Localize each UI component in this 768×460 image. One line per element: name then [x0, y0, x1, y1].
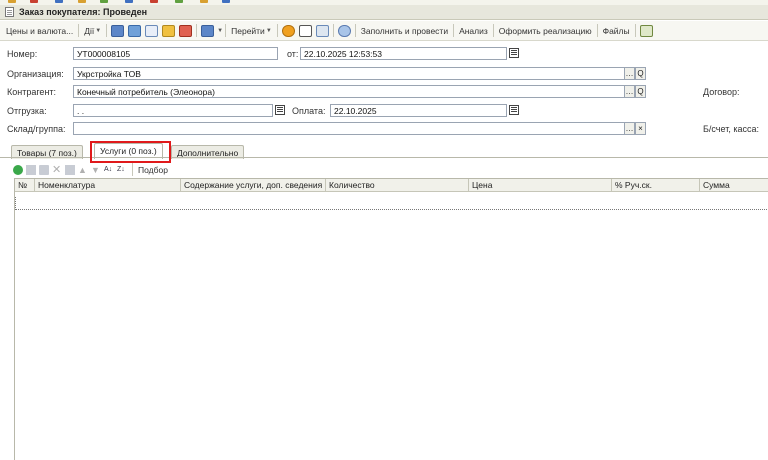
chevron-down-icon: ▼ [265, 27, 272, 34]
save-icon[interactable] [111, 24, 125, 37]
toolbar-separator [492, 24, 494, 37]
actions-menu-label: Дії [84, 25, 95, 36]
highlight-box [90, 141, 171, 163]
toolbar-separator [196, 24, 198, 37]
prices-currency-button[interactable]: Цены и валюта... [3, 23, 76, 39]
organization-field[interactable]: Укрстройка ТОВ [73, 67, 625, 80]
prices-currency-label: Цены и валюта... [6, 25, 74, 36]
list-icon[interactable] [298, 24, 312, 37]
payment-date-field[interactable]: 22.10.2025 [330, 104, 507, 117]
analysis-button[interactable]: Анализ [456, 23, 491, 39]
table-settings-icon[interactable] [315, 24, 329, 37]
sort-descending-icon[interactable]: Z↓ [117, 165, 127, 175]
toolbar-separator [634, 24, 636, 37]
number-field[interactable]: УТ000008105 [73, 47, 278, 60]
sort-ascending-icon[interactable]: A↓ [104, 165, 114, 175]
table-header: № Номенклатура Содержание услуги, доп. с… [15, 179, 768, 192]
shipment-row: Отгрузка: . . Оплата: 22.10.2025 [0, 103, 768, 119]
pick-button[interactable]: Подбор [135, 165, 168, 175]
contract-label: Договор: [703, 87, 740, 97]
warehouse-field[interactable] [73, 122, 625, 135]
copy-row-icon[interactable] [26, 164, 36, 175]
column-header-service-content[interactable]: Содержание услуги, доп. сведения [181, 179, 326, 192]
calendar-icon[interactable] [275, 105, 285, 115]
calendar-icon[interactable] [509, 48, 519, 58]
warehouse-label: Склад/группа: [7, 124, 66, 134]
add-row-icon[interactable] [13, 164, 23, 175]
window-title-bar: Заказ покупателя: Проведен [0, 5, 768, 20]
refresh-icon[interactable] [337, 24, 351, 37]
toolbar-separator [453, 24, 455, 37]
analysis-label: Анализ [459, 25, 488, 36]
end-edit-icon[interactable] [65, 164, 75, 175]
document-icon [5, 7, 14, 17]
chevron-down-icon: ▼ [95, 27, 102, 34]
number-row: Номер: УТ000008105 от: 22.10.2025 12:53:… [0, 46, 768, 62]
files-button[interactable]: Файлы [600, 23, 633, 39]
toolbar-separator [332, 24, 334, 37]
column-header-nomenclature[interactable]: Номенклатура [35, 179, 181, 192]
search-document-icon[interactable] [639, 24, 653, 37]
window-title: Заказ покупателя: Проведен [19, 7, 148, 17]
select-button[interactable]: … [624, 122, 635, 135]
services-table[interactable]: № Номенклатура Содержание услуги, доп. с… [14, 178, 768, 460]
open-icon[interactable]: Q [635, 85, 646, 98]
column-header-number[interactable]: № [15, 179, 35, 192]
column-header-sum[interactable]: Сумма [700, 179, 768, 192]
organization-label: Организация: [7, 69, 64, 79]
toolbar-separator [78, 24, 80, 37]
chevron-down-icon[interactable]: ▼ [217, 28, 223, 34]
structure-icon[interactable] [162, 24, 176, 37]
counterparty-row: Контрагент: Конечный потребитель (Элеоно… [0, 84, 768, 100]
toolbar-separator [276, 24, 278, 37]
select-button[interactable]: … [624, 85, 635, 98]
toolbar-separator [132, 163, 133, 176]
empty-row-focus[interactable] [15, 197, 768, 210]
help-icon[interactable] [281, 24, 295, 37]
shipment-date-field[interactable]: . . [73, 104, 273, 117]
open-icon[interactable]: Q [635, 67, 646, 80]
toolbar-separator [106, 24, 108, 37]
goto-menu-label: Перейти [231, 25, 265, 36]
column-header-quantity[interactable]: Количество [326, 179, 469, 192]
payment-label: Оплата: [292, 106, 326, 116]
counterparty-field[interactable]: Конечный потребитель (Элеонора) [73, 85, 625, 98]
edit-row-icon[interactable] [39, 164, 49, 175]
copy-icon[interactable] [145, 24, 159, 37]
warehouse-row: Склад/группа: … × Б/счет, касса: [0, 121, 768, 137]
create-sale-label: Оформить реализацию [498, 25, 592, 36]
files-label: Файлы [602, 25, 630, 36]
fill-and-post-button[interactable]: Заполнить и провести [358, 23, 451, 39]
fill-and-post-label: Заполнить и провести [360, 25, 449, 36]
toolbar-separator [225, 24, 227, 37]
command-toolbar: Цены и валюта... Дії ▼ ▼ Перейти ▼ Заполни… [0, 21, 768, 41]
post-icon[interactable] [128, 24, 142, 37]
toolbar-separator [596, 24, 598, 37]
delete-row-icon[interactable]: ✕ [52, 164, 62, 175]
move-up-icon[interactable]: ▲ [78, 165, 88, 175]
date-field[interactable]: 22.10.2025 12:53:53 [300, 47, 507, 60]
organization-row: Организация: Укрстройка ТОВ … Q [0, 66, 768, 82]
account-label: Б/счет, касса: [703, 124, 759, 134]
create-sale-button[interactable]: Оформить реализацию [496, 23, 595, 39]
toolbar-separator [354, 24, 356, 37]
counterparty-label: Контрагент: [7, 87, 57, 97]
number-label: Номер: [7, 49, 38, 59]
column-header-manual-discount[interactable]: % Руч.ск. [612, 179, 700, 192]
create-based-on-icon[interactable] [201, 24, 215, 37]
print-icon[interactable] [179, 24, 193, 37]
move-down-icon[interactable]: ▼ [91, 165, 101, 175]
calendar-icon[interactable] [509, 105, 519, 115]
table-toolbar: ✕ ▲ ▼ A↓ Z↓ Подбор [0, 161, 768, 178]
clear-icon[interactable]: × [635, 122, 646, 135]
shipment-label: Отгрузка: [7, 106, 47, 116]
actions-menu-button[interactable]: Дії ▼ [81, 23, 104, 39]
column-header-price[interactable]: Цена [469, 179, 612, 192]
select-button[interactable]: … [624, 67, 635, 80]
date-label: от: [287, 49, 299, 59]
goto-menu-button[interactable]: Перейти ▼ [228, 23, 275, 39]
